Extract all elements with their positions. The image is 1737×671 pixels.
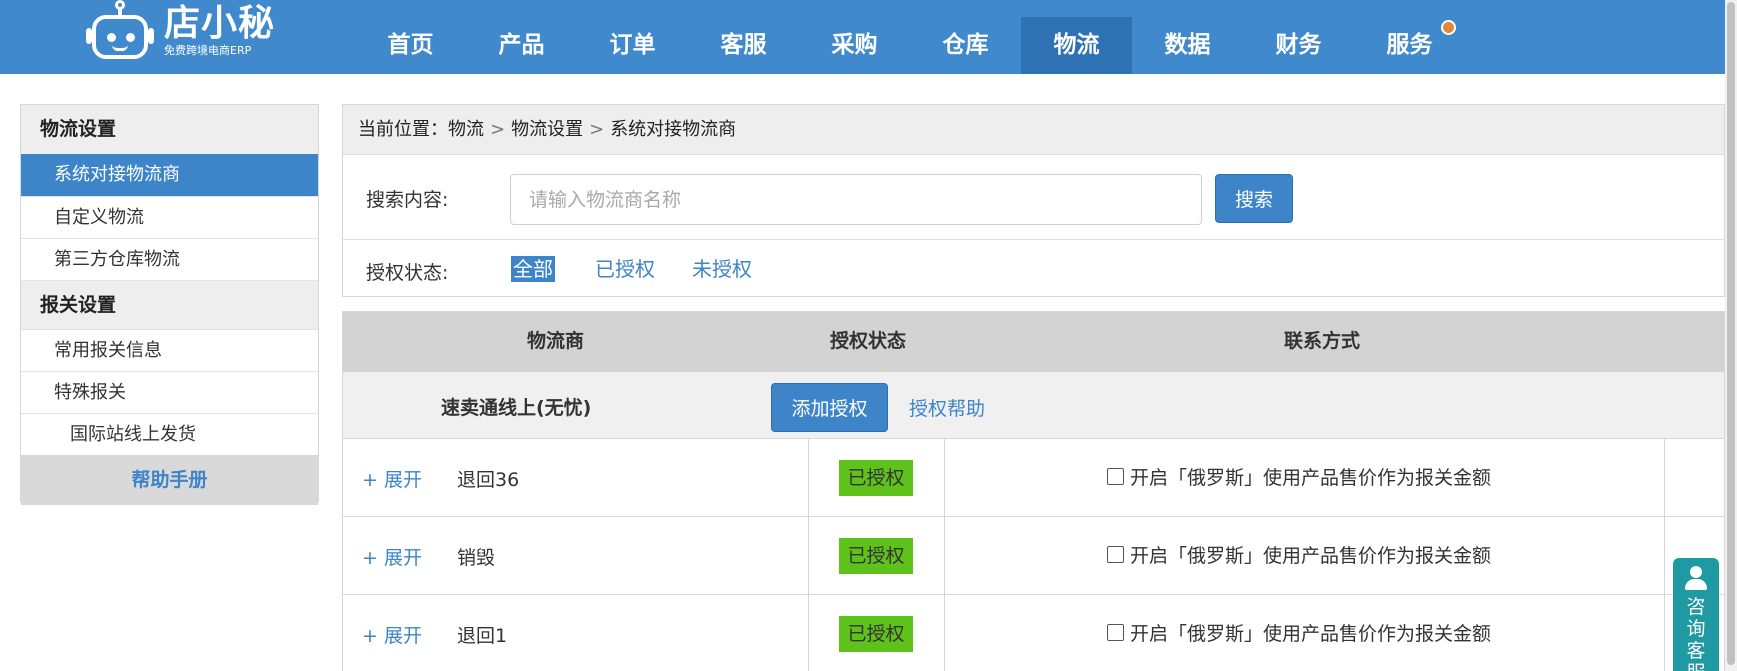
column-header-auth-status: 授权状态 xyxy=(829,330,906,352)
auth-status-label: 授权状态: xyxy=(366,262,449,284)
breadcrumb: 当前位置： 物流 > 物流设置 > 系统对接物流商 xyxy=(343,105,1724,154)
logo-slogan: 免费跨境电商ERP xyxy=(164,44,252,57)
table-row: + 展开 销毁 已授权 开启「俄罗斯」使用产品售价作为报关金额 xyxy=(343,516,1724,594)
customs-price-option[interactable]: 开启「俄罗斯」使用产品售价作为报关金额 xyxy=(1107,541,1491,568)
nav-item-data[interactable]: 数据 xyxy=(1132,17,1243,74)
nav-item-home[interactable]: 首页 xyxy=(355,17,466,74)
breadcrumb-separator-icon: > xyxy=(589,119,605,140)
main-nav: 首页 产品 订单 客服 采购 仓库 物流 数据 财务 服务 xyxy=(355,17,1465,74)
column-header-contact: 联系方式 xyxy=(1283,330,1360,352)
page-scrollbar-thumb[interactable] xyxy=(1727,2,1735,665)
nav-item-orders[interactable]: 订单 xyxy=(577,17,688,74)
top-navigation-bar: 店小秘 免费跨境电商ERP 首页 产品 订单 客服 采购 仓库 物流 数据 财务… xyxy=(0,0,1725,74)
filter-unauthorized[interactable]: 未授权 xyxy=(690,256,754,282)
nav-item-products[interactable]: 产品 xyxy=(466,17,577,74)
sidebar-item-special-customs[interactable]: 特殊报关 xyxy=(21,371,318,413)
sidebar-item-system-carriers[interactable]: 系统对接物流商 xyxy=(21,154,318,196)
customer-service-chat-button[interactable]: 咨询客服 xyxy=(1673,558,1719,671)
sidebar-item-intl-online-shipping[interactable]: 国际站线上发货 xyxy=(21,413,318,455)
customs-price-checkbox[interactable] xyxy=(1107,546,1124,563)
nav-item-logistics[interactable]: 物流 xyxy=(1021,17,1132,74)
customs-price-option-label: 开启「俄罗斯」使用产品售价作为报关金额 xyxy=(1130,545,1492,567)
search-button[interactable]: 搜索 xyxy=(1215,174,1293,223)
carrier-name: 退回36 xyxy=(457,469,520,491)
column-header-carrier: 物流商 xyxy=(526,330,584,352)
customs-price-option-label: 开启「俄罗斯」使用产品售价作为报关金额 xyxy=(1130,467,1492,489)
nav-item-purchasing[interactable]: 采购 xyxy=(799,17,910,74)
nav-item-warehouse[interactable]: 仓库 xyxy=(910,17,1021,74)
customs-price-option[interactable]: 开启「俄罗斯」使用产品售价作为报关金额 xyxy=(1107,619,1491,646)
search-label: 搜索内容: xyxy=(366,189,449,211)
carrier-group-name: 速卖通线上(无忧) xyxy=(441,397,592,419)
sidebar-section-customs-settings: 报关设置 xyxy=(21,280,318,329)
support-agent-icon xyxy=(1683,566,1709,592)
breadcrumb-prefix: 当前位置： xyxy=(358,119,448,140)
status-badge: 已授权 xyxy=(839,460,913,496)
notification-dot-icon xyxy=(1441,20,1456,35)
sidebar-item-third-party-warehouse[interactable]: 第三方仓库物流 xyxy=(21,238,318,280)
carrier-group-row: 速卖通线上(无忧) 添加授权 授权帮助 xyxy=(343,371,1724,438)
table-row: + 展开 退回1 已授权 开启「俄罗斯」使用产品售价作为报关金额 xyxy=(343,594,1724,671)
add-authorization-button[interactable]: 添加授权 xyxy=(771,383,888,432)
auth-status-filter: 授权状态: 全部 已授权 未授权 xyxy=(343,240,1724,297)
app-logo[interactable]: 店小秘 免费跨境电商ERP xyxy=(86,0,275,62)
table-row: + 展开 退回36 已授权 开启「俄罗斯」使用产品售价作为报关金额 xyxy=(343,438,1724,516)
breadcrumb-separator-icon: > xyxy=(490,119,506,140)
expand-link[interactable]: + 展开 xyxy=(362,465,422,492)
nav-item-customer-service[interactable]: 客服 xyxy=(688,17,799,74)
carrier-table: 物流商 授权状态 联系方式 速卖通线上(无忧) 添加授权 授权帮助 + 展开 退… xyxy=(342,311,1725,671)
authorization-help-link[interactable]: 授权帮助 xyxy=(909,394,985,421)
search-row: 搜索内容: 搜索 xyxy=(343,154,1724,240)
customs-price-checkbox[interactable] xyxy=(1107,468,1124,485)
table-header: 物流商 授权状态 联系方式 xyxy=(343,312,1724,371)
breadcrumb-logistics[interactable]: 物流 xyxy=(448,105,484,154)
customs-price-checkbox[interactable] xyxy=(1107,624,1124,641)
breadcrumb-logistics-settings[interactable]: 物流设置 xyxy=(511,105,583,154)
carrier-name: 退回1 xyxy=(457,625,508,647)
breadcrumb-current: 系统对接物流商 xyxy=(610,119,737,140)
sidebar-item-custom-logistics[interactable]: 自定义物流 xyxy=(21,196,318,238)
nav-item-finance[interactable]: 财务 xyxy=(1243,17,1354,74)
carrier-name: 销毁 xyxy=(457,547,496,569)
main-content: 当前位置： 物流 > 物流设置 > 系统对接物流商 搜索内容: 搜索 授权状态:… xyxy=(342,104,1725,671)
status-badge: 已授权 xyxy=(839,538,913,574)
logo-name: 店小秘 xyxy=(164,3,276,44)
sidebar-help-manual[interactable]: 帮助手册 xyxy=(21,455,318,505)
expand-link[interactable]: + 展开 xyxy=(362,621,422,648)
status-badge: 已授权 xyxy=(839,616,913,652)
customs-price-option[interactable]: 开启「俄罗斯」使用产品售价作为报关金额 xyxy=(1107,463,1491,490)
sidebar-section-logistics-settings: 物流设置 xyxy=(21,105,318,154)
filter-all[interactable]: 全部 xyxy=(511,256,555,282)
robot-logo-icon xyxy=(86,0,154,62)
expand-link[interactable]: + 展开 xyxy=(362,543,422,570)
filter-authorized[interactable]: 已授权 xyxy=(593,256,657,282)
sidebar: 物流设置 系统对接物流商 自定义物流 第三方仓库物流 报关设置 常用报关信息 特… xyxy=(20,104,319,505)
filter-panel: 当前位置： 物流 > 物流设置 > 系统对接物流商 搜索内容: 搜索 授权状态:… xyxy=(342,104,1725,297)
sidebar-item-common-customs[interactable]: 常用报关信息 xyxy=(21,329,318,371)
chat-label: 咨询客服 xyxy=(1686,596,1706,671)
carrier-search-input[interactable] xyxy=(510,174,1202,225)
customs-price-option-label: 开启「俄罗斯」使用产品售价作为报关金额 xyxy=(1130,623,1492,645)
